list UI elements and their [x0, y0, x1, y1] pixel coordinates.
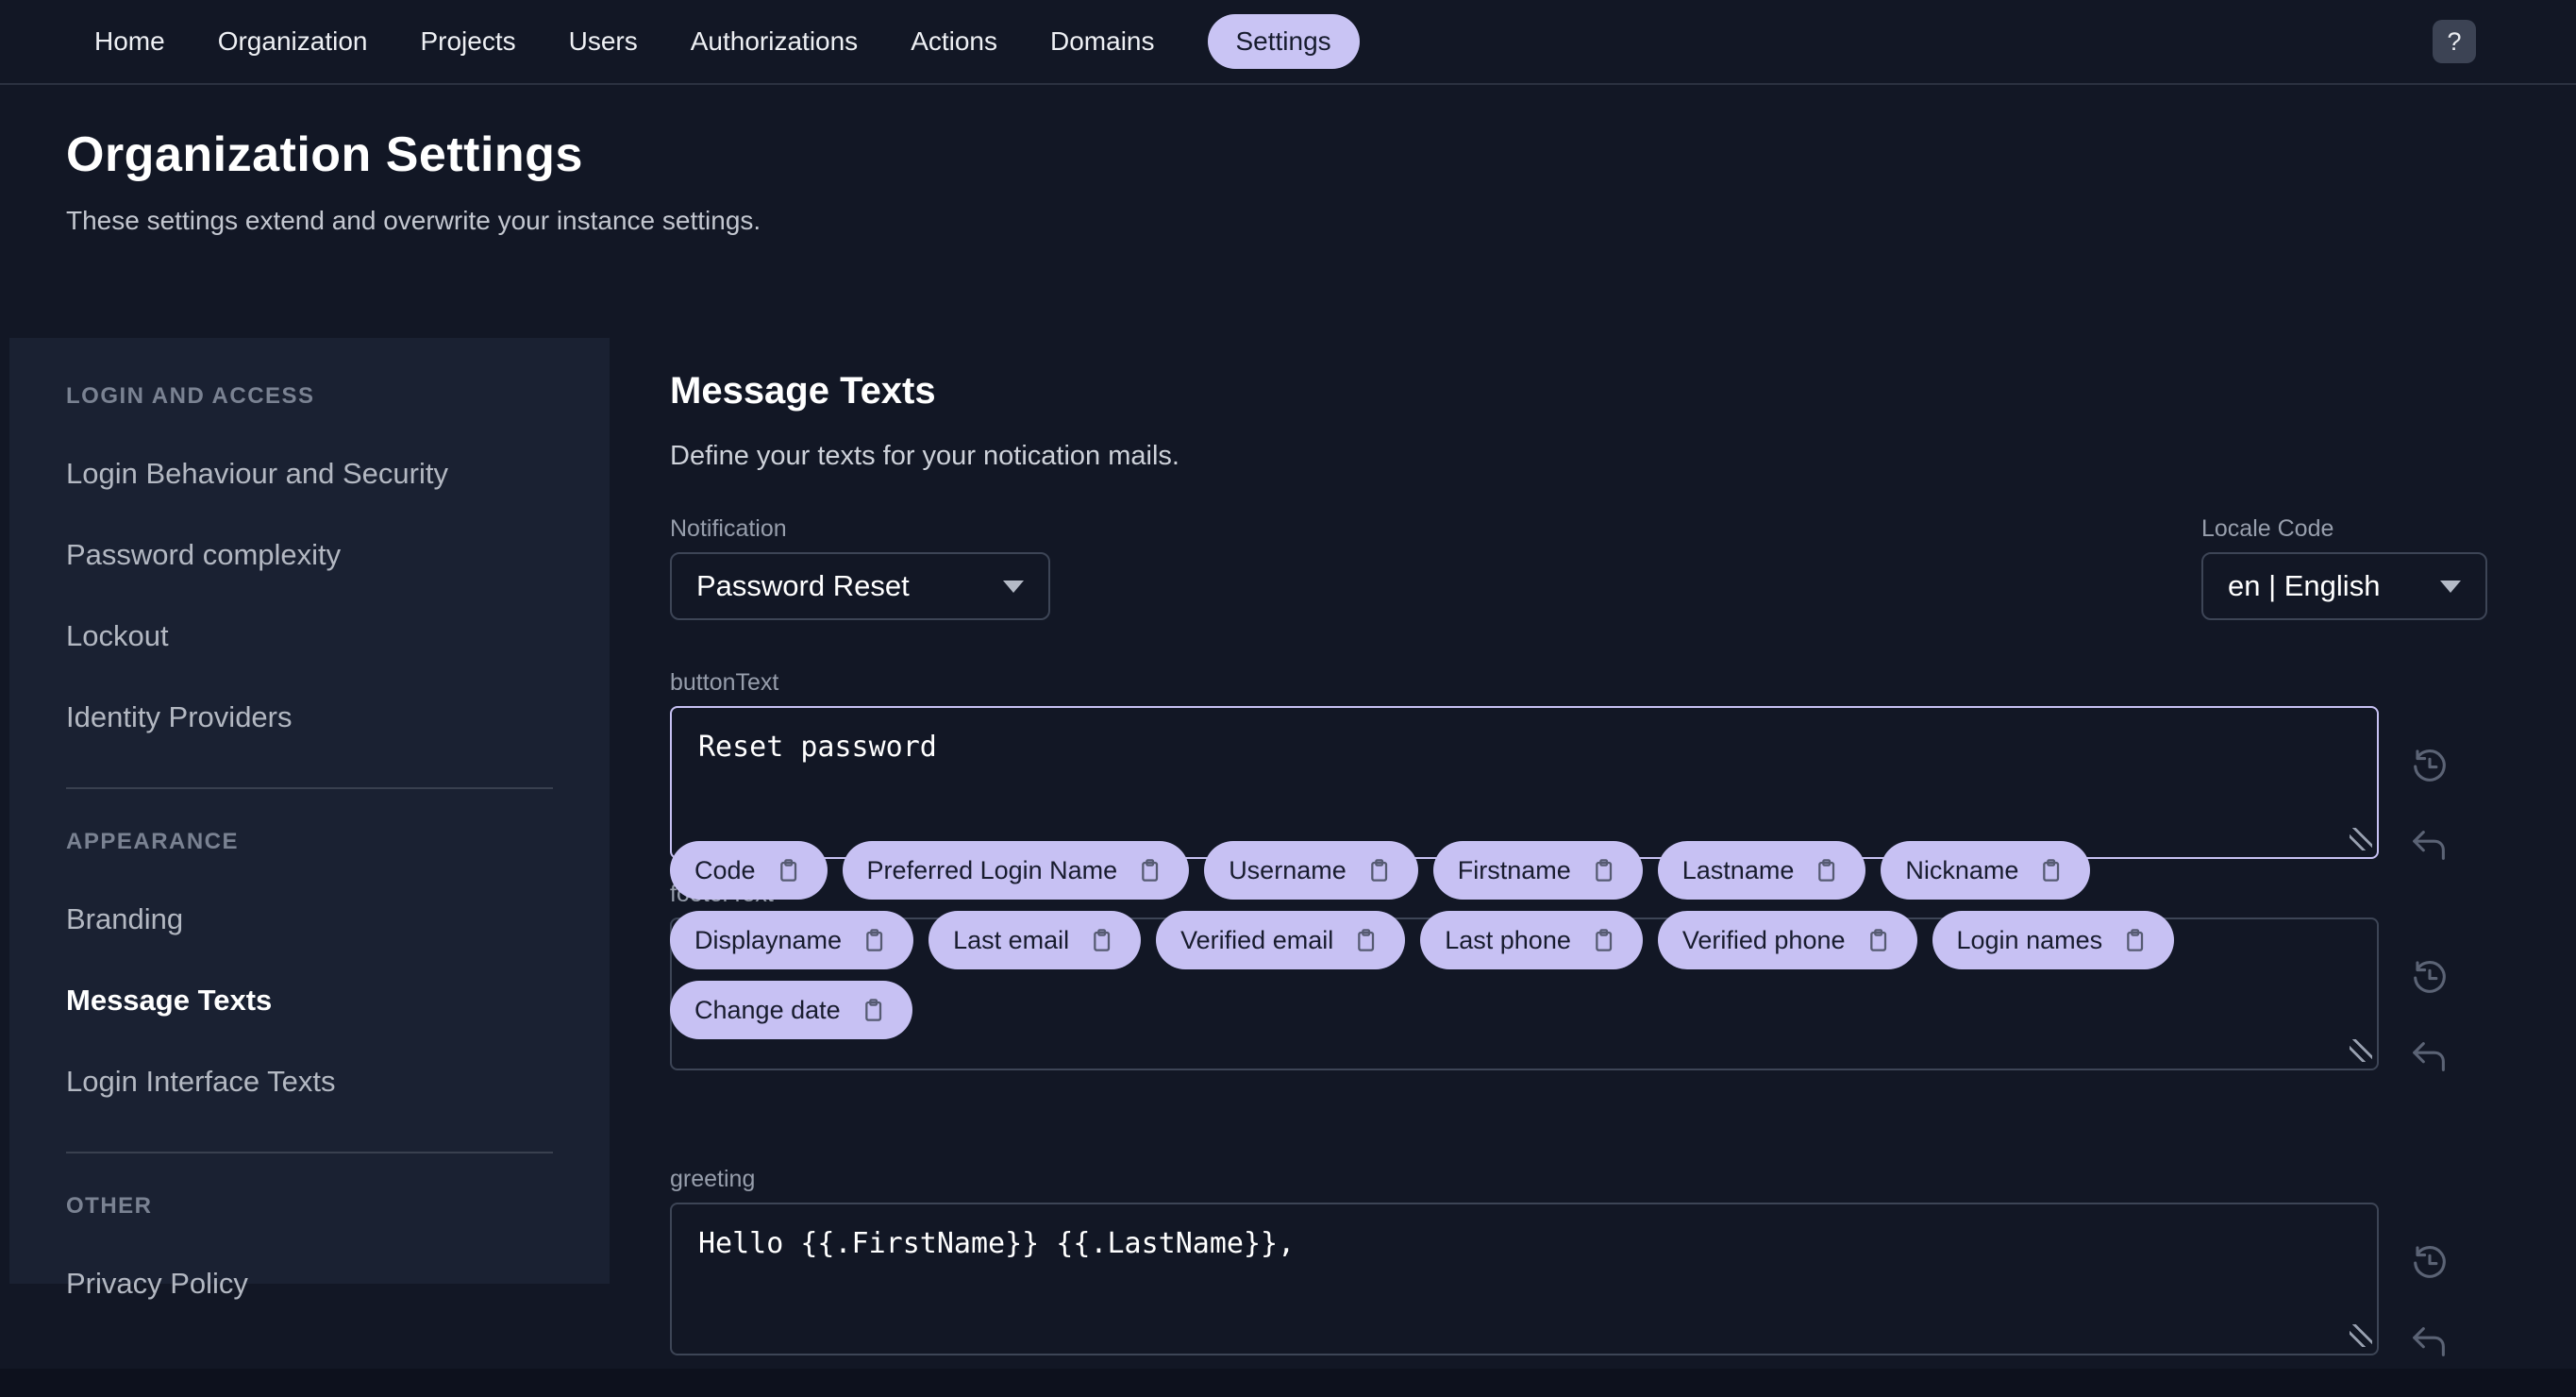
notification-label: Notification: [670, 515, 787, 542]
clipboard-icon: [1595, 859, 1612, 882]
nav-item-users[interactable]: Users: [569, 26, 638, 57]
top-navigation: Home Organization Projects Users Authori…: [0, 0, 2576, 85]
sidebar-item-login-interface-texts[interactable]: Login Interface Texts: [66, 1065, 610, 1099]
chip-label: Firstname: [1457, 855, 1571, 884]
placeholder-chips: Code Preferred Login Name Username First…: [670, 841, 2331, 1039]
nav-item-settings[interactable]: Settings: [1207, 14, 1360, 69]
section-description: Define your texts for your notication ma…: [670, 441, 1179, 471]
nav-item-home[interactable]: Home: [94, 26, 165, 57]
undo-icon[interactable]: [2408, 1035, 2451, 1079]
chip-last-email[interactable]: Last email: [928, 911, 1142, 969]
settings-sidebar: LOGIN AND ACCESS Login Behaviour and Sec…: [9, 338, 610, 1300]
chip-label: Verified phone: [1681, 925, 1846, 954]
clipboard-icon: [1818, 859, 1835, 882]
clipboard-icon: [1142, 859, 1159, 882]
chip-login-names[interactable]: Login names: [1932, 911, 2175, 969]
chevron-down-icon: [1003, 580, 1024, 593]
chip-code[interactable]: Code: [670, 841, 828, 900]
chip-change-date[interactable]: Change date: [670, 981, 912, 1039]
chip-username[interactable]: Username: [1204, 841, 1418, 900]
chip-verified-email[interactable]: Verified email: [1156, 911, 1406, 969]
message-texts-panel: Message Texts Define your texts for your…: [670, 370, 2487, 1364]
resize-handle[interactable]: [2349, 828, 2372, 850]
history-icon[interactable]: [2408, 745, 2451, 788]
nav-item-projects[interactable]: Projects: [420, 26, 515, 57]
sidebar-divider: [66, 1152, 553, 1153]
chip-preferred-login-name[interactable]: Preferred Login Name: [842, 841, 1190, 900]
chip-label: Last phone: [1445, 925, 1571, 954]
chip-nickname[interactable]: Nickname: [1881, 841, 2091, 900]
buttontext-input[interactable]: Reset password: [670, 706, 2379, 859]
sidebar-item-message-texts[interactable]: Message Texts: [66, 984, 610, 1018]
clipboard-icon: [779, 859, 796, 882]
chip-label: Login names: [1956, 925, 2103, 954]
sidebar-item-lockout[interactable]: Lockout: [66, 619, 610, 653]
clipboard-icon: [1596, 929, 1612, 951]
sidebar-section-appearance: APPEARANCE: [66, 829, 240, 854]
chevron-down-icon: [2440, 580, 2461, 593]
resize-handle[interactable]: [2349, 1324, 2372, 1347]
nav-item-authorizations[interactable]: Authorizations: [691, 26, 858, 57]
history-icon[interactable]: [2408, 956, 2451, 1000]
chip-firstname[interactable]: Firstname: [1432, 841, 1643, 900]
clipboard-icon: [1094, 929, 1111, 951]
chip-label: Code: [694, 855, 756, 884]
nav-item-organization[interactable]: Organization: [218, 26, 368, 57]
chip-last-phone[interactable]: Last phone: [1420, 911, 1643, 969]
notification-select[interactable]: Password Reset: [670, 552, 1050, 620]
chip-label: Change date: [694, 995, 841, 1024]
chip-label: Displayname: [694, 925, 843, 954]
chip-label: Last email: [953, 925, 1070, 954]
history-icon[interactable]: [2408, 1241, 2451, 1285]
sidebar-item-password-complexity[interactable]: Password complexity: [66, 538, 610, 572]
chip-label: Preferred Login Name: [866, 855, 1118, 884]
notification-field: Notification Password Reset: [670, 515, 1050, 620]
undo-icon[interactable]: [2408, 824, 2451, 867]
chip-label: Lastname: [1681, 855, 1795, 884]
sidebar-section-other: OTHER: [66, 1193, 153, 1219]
undo-icon[interactable]: [2408, 1321, 2451, 1364]
clipboard-icon: [1370, 859, 1387, 882]
clipboard-icon: [864, 999, 881, 1021]
locale-field: Locale Code en | English: [2201, 515, 2487, 620]
chip-displayname[interactable]: Displayname: [670, 911, 914, 969]
clipboard-icon: [866, 929, 883, 951]
sidebar-divider: [66, 787, 553, 789]
chip-lastname[interactable]: Lastname: [1657, 841, 1866, 900]
chip-label: Username: [1229, 855, 1347, 884]
sidebar-item-login-behaviour[interactable]: Login Behaviour and Security: [66, 457, 610, 491]
resize-handle[interactable]: [2349, 1039, 2372, 1062]
sidebar-item-identity-providers[interactable]: Identity Providers: [66, 700, 610, 734]
clipboard-icon: [2043, 859, 2060, 882]
page-title: Organization Settings: [66, 127, 583, 182]
locale-selected-value: en | English: [2228, 569, 2381, 602]
nav-item-domains[interactable]: Domains: [1050, 26, 1154, 57]
greeting-field: greeting Hello {{.FirstName}} {{.LastNam…: [670, 1166, 2379, 1355]
sidebar-item-branding[interactable]: Branding: [66, 902, 610, 936]
sidebar-item-privacy-policy[interactable]: Privacy Policy: [66, 1267, 610, 1301]
locale-select[interactable]: en | English: [2201, 552, 2487, 620]
clipboard-icon: [1869, 929, 1886, 951]
chip-label: Verified email: [1180, 925, 1334, 954]
help-button[interactable]: ?: [2433, 20, 2476, 63]
page-bottom-edge: [0, 1369, 2576, 1397]
notification-selected-value: Password Reset: [696, 569, 910, 602]
chip-label: Nickname: [1905, 855, 2019, 884]
clipboard-icon: [2127, 929, 2144, 951]
footertext-field: Code Preferred Login Name Username First…: [670, 841, 2379, 1070]
buttontext-label: buttonText: [670, 669, 779, 696]
buttontext-field: buttonText Reset password: [670, 669, 2379, 859]
greeting-label: greeting: [670, 1166, 756, 1192]
page-subtitle: These settings extend and overwrite your…: [66, 206, 761, 235]
greeting-input[interactable]: Hello {{.FirstName}} {{.LastName}},: [670, 1203, 2379, 1355]
chip-verified-phone[interactable]: Verified phone: [1657, 911, 1917, 969]
page-header: Organization Settings These settings ext…: [66, 126, 2576, 236]
locale-label: Locale Code: [2201, 515, 2334, 542]
section-heading: Message Texts: [670, 370, 936, 412]
clipboard-icon: [1358, 929, 1375, 951]
sidebar-section-login-and-access: LOGIN AND ACCESS: [66, 383, 315, 409]
nav-item-actions[interactable]: Actions: [911, 26, 997, 57]
